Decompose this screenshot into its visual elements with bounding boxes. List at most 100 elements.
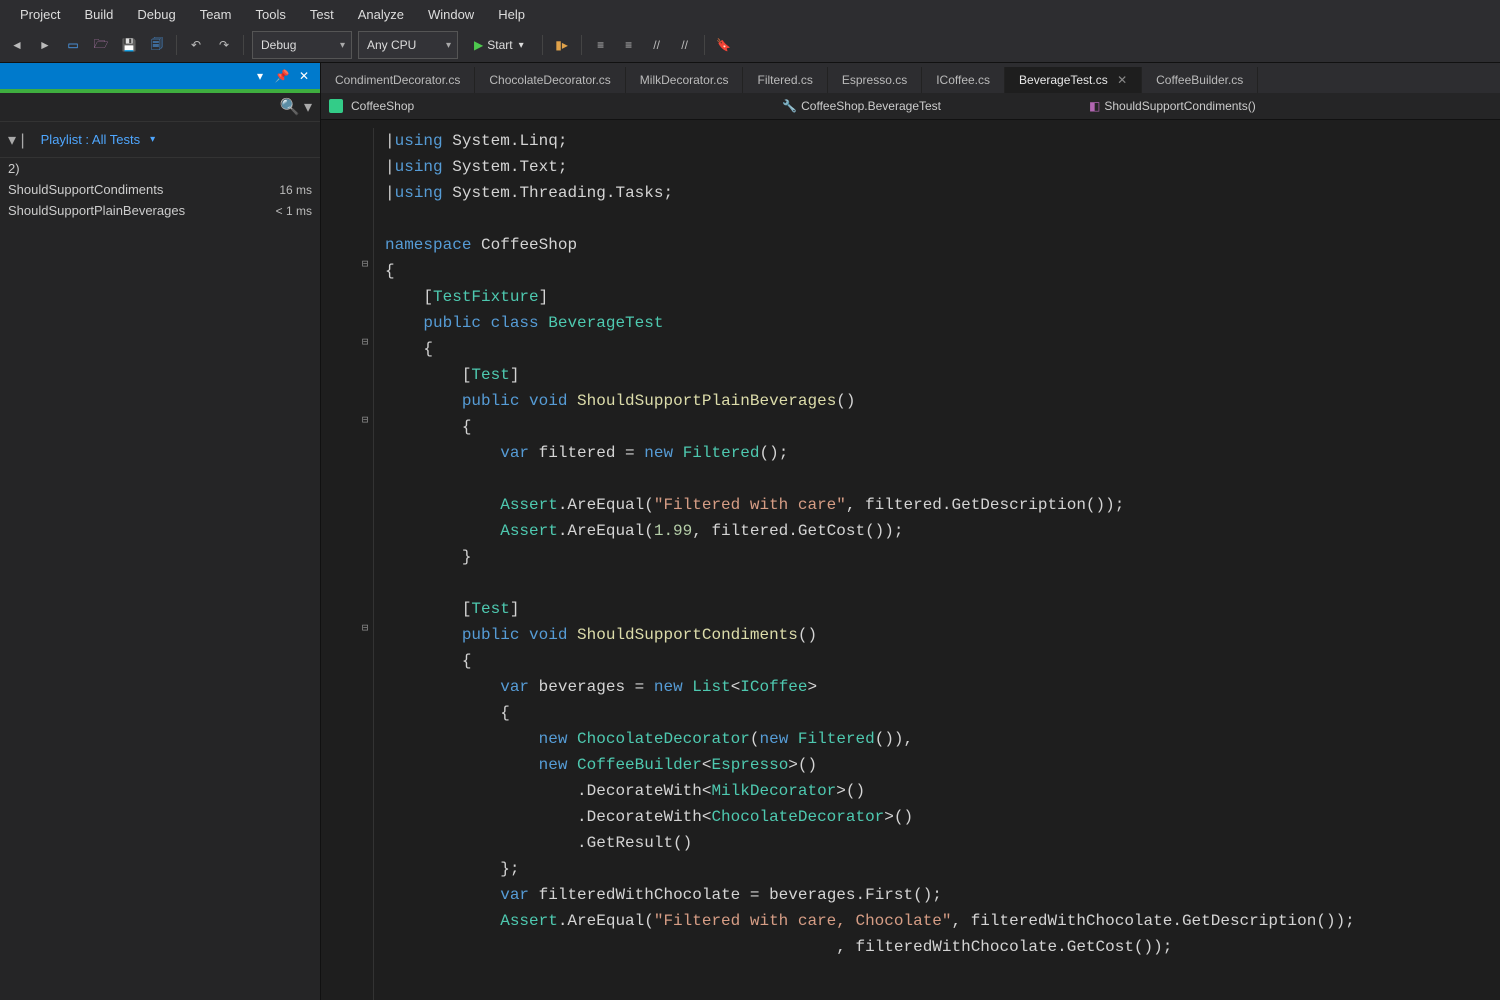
code-text: , filteredWithChocolate.GetDescription()… xyxy=(952,912,1355,930)
step-icon[interactable]: ▮▸ xyxy=(551,34,573,56)
code-text: new xyxy=(539,730,568,748)
tab-milkdecorator[interactable]: MilkDecorator.cs xyxy=(626,67,744,93)
csharp-icon xyxy=(329,99,343,113)
code-text: () xyxy=(798,756,817,774)
toolbar-separator xyxy=(581,35,582,55)
menu-project[interactable]: Project xyxy=(8,3,72,26)
code-text: ICoffee xyxy=(740,678,807,696)
menu-team[interactable]: Team xyxy=(188,3,244,26)
code-text: "Filtered with care, Chocolate" xyxy=(654,912,952,930)
test-time: 16 ms xyxy=(279,183,312,197)
code-text: CoffeeBuilder xyxy=(577,756,702,774)
search-icon[interactable]: 🔍 ▾ xyxy=(280,97,312,117)
wrench-icon: 🔧 xyxy=(782,99,797,113)
project-crumb[interactable]: CoffeeShop xyxy=(329,99,414,113)
test-group-row[interactable]: 2) xyxy=(0,158,320,179)
code-text: beverages = xyxy=(539,678,654,696)
group-count-label: 2) xyxy=(8,161,312,176)
uncomment-icon[interactable]: // xyxy=(674,34,696,56)
code-text: CoffeeShop xyxy=(481,236,577,254)
code-text: Assert xyxy=(500,522,558,540)
project-label: CoffeeShop xyxy=(351,99,414,113)
code-text: System.Linq xyxy=(452,132,558,150)
fold-icon[interactable]: ⊟ xyxy=(359,408,371,434)
code-text: ChocolateDecorator xyxy=(711,808,884,826)
code-text: .GetResult() xyxy=(577,834,692,852)
comment-icon[interactable]: // xyxy=(646,34,668,56)
code-text: new xyxy=(539,756,568,774)
code-text: .AreEqual( xyxy=(558,522,654,540)
bookmark-icon[interactable]: 🔖 xyxy=(713,34,735,56)
tab-label: BeverageTest.cs xyxy=(1019,73,1108,87)
code-text: System.Text xyxy=(452,158,558,176)
pin-icon[interactable]: 📌 xyxy=(274,69,290,83)
save-all-icon[interactable]: 🗐 xyxy=(146,34,168,56)
fold-icon[interactable]: ⊟ xyxy=(359,330,371,356)
code-text: filteredWithChocolate = beverages.First(… xyxy=(539,886,942,904)
start-debug-button[interactable]: ▶ Start ▾ xyxy=(464,36,534,54)
method-label: ShouldSupportCondiments() xyxy=(1104,99,1255,113)
code-editor[interactable]: ⊟ ⊟ ⊟ ⊟ |using System.Linq; |using Syste… xyxy=(321,120,1500,1000)
open-icon[interactable]: 🗁 xyxy=(90,34,112,56)
editor-gutter: ⊟ ⊟ ⊟ ⊟ xyxy=(321,128,374,1000)
menu-tools[interactable]: Tools xyxy=(244,3,298,26)
menu-window[interactable]: Window xyxy=(416,3,486,26)
fold-icon[interactable]: ⊟ xyxy=(359,252,371,278)
filter-icon[interactable]: ▾ | xyxy=(8,130,25,150)
toolbar-separator xyxy=(243,35,244,55)
menu-test[interactable]: Test xyxy=(298,3,346,26)
tab-beveragetest[interactable]: BeverageTest.cs ✕ xyxy=(1005,67,1142,93)
dropdown-icon[interactable]: ▾ xyxy=(252,69,268,83)
navigation-bar: CoffeeShop 🔧CoffeeShop.BeverageTest ◧Sho… xyxy=(321,93,1500,120)
outdent-icon[interactable]: ≡ xyxy=(618,34,640,56)
test-name: ShouldSupportCondiments xyxy=(8,182,279,197)
editor-area: CondimentDecorator.cs ChocolateDecorator… xyxy=(321,63,1500,1000)
menu-analyze[interactable]: Analyze xyxy=(346,3,416,26)
configuration-dropdown[interactable]: Debug xyxy=(252,31,352,59)
class-crumb[interactable]: 🔧CoffeeShop.BeverageTest xyxy=(782,99,941,113)
new-project-icon[interactable]: ▭ xyxy=(62,34,84,56)
method-crumb[interactable]: ◧ShouldSupportCondiments() xyxy=(1089,99,1256,113)
code-text: TestFixture xyxy=(433,288,539,306)
close-tab-icon[interactable]: ✕ xyxy=(1117,73,1127,87)
code-text: , filtered.GetCost()); xyxy=(692,522,903,540)
platform-dropdown[interactable]: Any CPU xyxy=(358,31,458,59)
code-text: .AreEqual( xyxy=(558,912,654,930)
play-icon: ▶ xyxy=(474,38,483,52)
close-icon[interactable]: ✕ xyxy=(296,69,312,83)
code-text: Filtered xyxy=(683,444,760,462)
test-time: < 1 ms xyxy=(276,204,312,218)
code-text: var xyxy=(500,444,529,462)
test-name: ShouldSupportPlainBeverages xyxy=(8,203,276,218)
tab-espresso[interactable]: Espresso.cs xyxy=(828,67,922,93)
tab-chocolatedecorator[interactable]: ChocolateDecorator.cs xyxy=(475,67,625,93)
nav-back-icon[interactable]: ◄ xyxy=(6,34,28,56)
chevron-down-icon: ▾ xyxy=(519,40,524,51)
fold-icon[interactable]: ⊟ xyxy=(359,616,371,642)
code-text: BeverageTest xyxy=(548,314,663,332)
code-text: }; xyxy=(500,860,519,878)
toolbar: ◄ ► ▭ 🗁 💾 🗐 ↶ ↷ Debug Any CPU ▶ Start ▾ … xyxy=(0,28,1500,63)
tab-filtered[interactable]: Filtered.cs xyxy=(743,67,827,93)
undo-icon[interactable]: ↶ xyxy=(185,34,207,56)
toolbar-separator xyxy=(542,35,543,55)
tab-condimentdecorator[interactable]: CondimentDecorator.cs xyxy=(321,67,475,93)
code-text: Test xyxy=(471,600,509,618)
test-row[interactable]: ShouldSupportCondiments 16 ms xyxy=(0,179,320,200)
platform-label: Any CPU xyxy=(367,38,416,52)
search-row: 🔍 ▾ xyxy=(0,93,320,122)
tab-coffeebuilder[interactable]: CoffeeBuilder.cs xyxy=(1142,67,1258,93)
test-row[interactable]: ShouldSupportPlainBeverages < 1 ms xyxy=(0,200,320,221)
redo-icon[interactable]: ↷ xyxy=(213,34,235,56)
toolbar-separator xyxy=(704,35,705,55)
menu-debug[interactable]: Debug xyxy=(125,3,187,26)
tab-icoffee[interactable]: ICoffee.cs xyxy=(922,67,1005,93)
code-text: (); xyxy=(760,444,789,462)
nav-fwd-icon[interactable]: ► xyxy=(34,34,56,56)
indent-icon[interactable]: ≡ xyxy=(590,34,612,56)
menu-build[interactable]: Build xyxy=(72,3,125,26)
code-text: new xyxy=(759,730,788,748)
playlist-dropdown[interactable]: Playlist : All Tests xyxy=(31,126,166,153)
menu-help[interactable]: Help xyxy=(486,3,537,26)
save-icon[interactable]: 💾 xyxy=(118,34,140,56)
